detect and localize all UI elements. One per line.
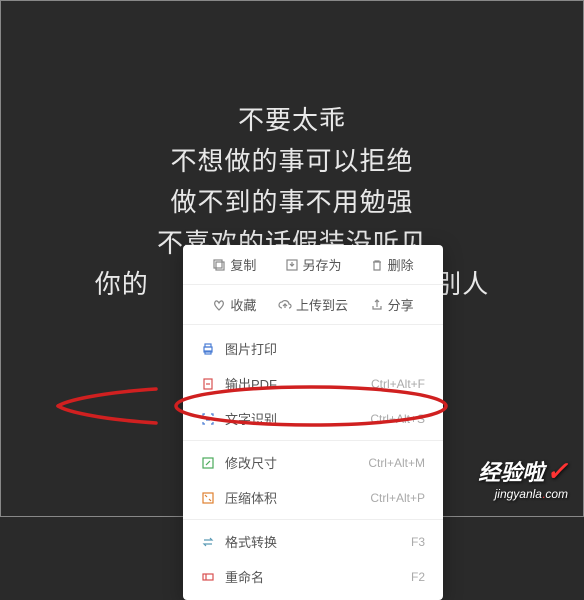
copy-button[interactable]: 复制	[195, 255, 274, 274]
watermark: 经验啦 ✓ jingyanla.com	[478, 455, 568, 501]
quote-line: 不想做的事可以拒绝	[1, 142, 583, 181]
copy-icon	[212, 258, 226, 272]
compress-item[interactable]: 压缩体积 Ctrl+Alt+P	[183, 480, 443, 515]
menu-divider	[183, 519, 443, 520]
menu-item-shortcut: F3	[411, 535, 425, 549]
delete-button[interactable]: 删除	[352, 255, 431, 274]
menu-item-label: 压缩体积	[225, 488, 370, 507]
resize-icon	[201, 456, 215, 470]
save-as-icon	[285, 258, 299, 272]
menu-top-row: 复制 另存为 删除	[183, 245, 443, 285]
menu-second-row: 收藏 上传到云 分享	[183, 285, 443, 325]
menu-item-label: 图片打印	[225, 339, 425, 358]
menu-item-shortcut: Ctrl+Alt+P	[370, 491, 425, 505]
menu-item-shortcut: Ctrl+Alt+S	[370, 412, 425, 426]
pdf-icon	[201, 377, 215, 391]
share-label: 分享	[388, 295, 414, 314]
rename-icon	[201, 570, 215, 584]
compress-icon	[201, 491, 215, 505]
checkmark-icon: ✓	[546, 456, 568, 487]
printer-icon	[201, 342, 215, 356]
menu-item-shortcut: Ctrl+Alt+M	[368, 456, 425, 470]
print-image-item[interactable]: 图片打印	[183, 331, 443, 366]
trash-icon	[370, 258, 384, 272]
menu-item-label: 文字识别	[225, 409, 370, 428]
menu-item-label: 修改尺寸	[225, 453, 368, 472]
rename-item[interactable]: 重命名 F2	[183, 559, 443, 594]
format-convert-item[interactable]: 格式转换 F3	[183, 524, 443, 559]
share-icon	[370, 298, 384, 312]
cloud-upload-icon	[278, 298, 292, 312]
quote-line: 不要太乖	[1, 101, 583, 140]
resize-item[interactable]: 修改尺寸 Ctrl+Alt+M	[183, 445, 443, 480]
menu-item-label: 格式转换	[225, 532, 411, 551]
heart-icon	[212, 298, 226, 312]
delete-label: 删除	[388, 255, 414, 274]
watermark-url: jingyanla.com	[478, 487, 568, 501]
watermark-title: 经验啦 ✓	[478, 455, 568, 487]
export-pdf-item[interactable]: 输出PDF Ctrl+Alt+F	[183, 366, 443, 401]
context-menu: 复制 另存为 删除 收藏 上传到云	[183, 245, 443, 600]
upload-button[interactable]: 上传到云	[274, 295, 353, 314]
menu-divider	[183, 440, 443, 441]
text-scan-icon	[201, 412, 215, 426]
ocr-item[interactable]: 文字识别 Ctrl+Alt+S	[183, 401, 443, 436]
menu-item-shortcut: F2	[411, 570, 425, 584]
menu-list: 图片打印 输出PDF Ctrl+Alt+F 文字识别 Ctrl+Alt+S 修改…	[183, 325, 443, 600]
convert-icon	[201, 535, 215, 549]
copy-label: 复制	[230, 255, 256, 274]
menu-item-label: 重命名	[225, 567, 411, 586]
save-as-button[interactable]: 另存为	[274, 255, 353, 274]
upload-label: 上传到云	[296, 295, 348, 314]
menu-item-label: 输出PDF	[225, 374, 371, 393]
share-button[interactable]: 分享	[352, 295, 431, 314]
quote-line: 做不到的事不用勉强	[1, 183, 583, 222]
favorite-button[interactable]: 收藏	[195, 295, 274, 314]
save-as-label: 另存为	[303, 255, 342, 274]
menu-item-shortcut: Ctrl+Alt+F	[371, 377, 425, 391]
favorite-label: 收藏	[230, 295, 256, 314]
